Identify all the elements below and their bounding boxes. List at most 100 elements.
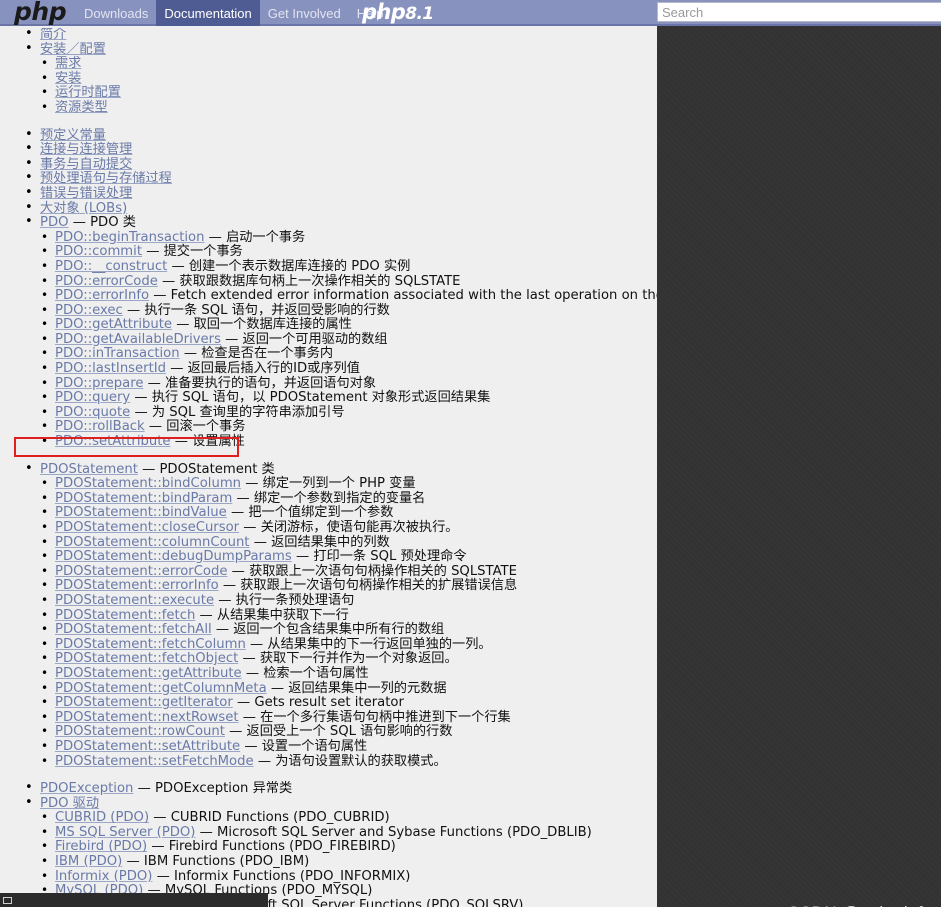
toc-dash: — <box>229 724 243 740</box>
toc-link[interactable]: PDOStatement::columnCount <box>55 535 249 550</box>
toc-link[interactable]: PDO 驱动 <box>40 796 99 811</box>
toc-link[interactable]: CUBRID (PDO) <box>55 810 149 825</box>
toc-link[interactable]: PDOStatement::bindParam <box>55 491 232 506</box>
toc-link[interactable]: Informix (PDO) <box>55 869 152 884</box>
toc-dash: — <box>147 375 161 391</box>
toc-item: PDOStatement::bindValue — 把一个值绑定到一个参数 <box>15 505 657 521</box>
toc-link[interactable]: 事务与自动提交 <box>40 157 132 172</box>
toc-description: 检索一个语句属性 <box>263 665 369 681</box>
toc-link[interactable]: PDOStatement::getAttribute <box>55 666 242 681</box>
toc-link[interactable]: PDO::errorInfo <box>55 288 149 303</box>
toc-link[interactable]: PDOStatement::nextRowset <box>55 710 239 725</box>
toc-item: PDOStatement::fetchObject — 获取下一行并作为一个对象… <box>15 651 657 667</box>
toc-item: PDOStatement::setFetchMode — 为语句设置默认的获取模… <box>15 754 657 770</box>
toc-dash: — <box>242 651 256 667</box>
toc-link[interactable]: 连接与连接管理 <box>40 142 132 157</box>
toc-dash: — <box>208 229 222 245</box>
toc-link[interactable]: PDO::beginTransaction <box>55 230 204 245</box>
toc-link[interactable]: PDOStatement::execute <box>55 593 214 608</box>
toc-link[interactable]: PDOStatement::getIterator <box>55 695 233 710</box>
site-header: php Downloads Documentation Get Involved He… <box>0 0 941 26</box>
toc-description: 设置属性 <box>192 434 245 450</box>
toc-link[interactable]: 需求 <box>55 56 81 71</box>
toc-link[interactable]: PDO::commit <box>55 244 142 260</box>
toc-link[interactable]: PDOStatement::rowCount <box>55 724 225 740</box>
toc-link[interactable]: PDOStatement::getColumnMeta <box>55 681 267 696</box>
toc-link[interactable]: PDOStatement::setFetchMode <box>55 754 254 769</box>
toc-link[interactable]: PDOStatement::fetch <box>55 608 195 623</box>
toc-link[interactable]: PDO::__construct <box>55 259 167 274</box>
toc-description: 获取跟上一次语句句柄操作相关的扩展错误信息 <box>240 578 518 594</box>
toc-description: CUBRID Functions (PDO_CUBRID) <box>170 810 390 826</box>
toc-link[interactable]: PDOStatement::setAttribute <box>55 739 240 754</box>
toc-link[interactable]: PDO::exec <box>55 303 123 318</box>
toc-link[interactable]: PDO <box>40 215 69 230</box>
toc-dash: — <box>171 258 185 274</box>
toc-dash: — <box>215 622 230 638</box>
toc-link[interactable]: PDO::lastInsertId <box>55 361 166 376</box>
toc-item: 预定义常量 <box>0 128 657 144</box>
toc-dash: — <box>72 215 86 231</box>
toc-link[interactable]: PDO::query <box>55 390 130 405</box>
toc-link[interactable]: PDO::errorCode <box>55 274 158 289</box>
toc-item: 简介 <box>0 28 657 43</box>
toc-link[interactable]: IBM (PDO) <box>55 854 122 869</box>
toc-link[interactable]: 简介 <box>40 28 66 42</box>
toc-item: 错误与错误处理 <box>0 186 657 202</box>
toc-link[interactable]: PDOStatement::bindValue <box>55 505 227 521</box>
toc-link[interactable]: 预定义常量 <box>40 128 106 143</box>
status-bar-icon <box>3 897 12 904</box>
toc-link[interactable]: 安装／配置 <box>40 42 106 57</box>
nav-item-downloads[interactable]: Downloads <box>76 0 156 26</box>
nav-item-get-involved[interactable]: Get Involved <box>260 0 349 26</box>
toc-item: PDOStatement::rowCount — 返回受上一个 SQL 语句影响… <box>15 724 657 740</box>
toc-link[interactable]: PDO::quote <box>55 405 130 420</box>
toc-item: PDOStatement::closeCursor — 关闭游标，使语句能再次被… <box>15 520 657 536</box>
toc-link[interactable]: PDOStatement::errorCode <box>55 564 227 579</box>
toc-dash: — <box>153 288 167 304</box>
toc-link[interactable]: PDO::getAttribute <box>55 317 172 332</box>
toc-link[interactable]: PDO::inTransaction <box>55 346 180 362</box>
toc-description: 关闭游标，使语句能再次被执行。 <box>260 520 459 535</box>
toc-link[interactable]: 错误与错误处理 <box>40 186 132 201</box>
toc-link[interactable]: PDOStatement::fetchObject <box>55 651 238 667</box>
toc-link[interactable]: 预处理语句与存储过程 <box>40 171 172 187</box>
toc-link[interactable]: PDOStatement::fetchColumn <box>55 637 246 652</box>
documentation-toc[interactable]: 简介安装／配置需求安装运行时配置资源类型预定义常量连接与连接管理事务与自动提交预… <box>0 28 657 907</box>
toc-description: Fetch extended error information associa… <box>170 288 657 304</box>
toc-link[interactable]: 资源类型 <box>55 100 108 115</box>
toc-link[interactable]: PDOStatement::debugDumpParams <box>55 549 292 564</box>
toc-link[interactable]: PDOStatement::errorInfo <box>55 578 219 594</box>
toc-item: PDO::setAttribute — 设置属性 <box>15 434 657 450</box>
toc-link[interactable]: PDOException <box>40 781 133 796</box>
toc-link[interactable]: PDOStatement::fetchAll <box>55 622 212 637</box>
toc-link[interactable]: PDOStatement::closeCursor <box>55 520 239 535</box>
toc-link[interactable]: MS SQL Server (PDO) <box>55 825 195 840</box>
toc-description: 返回一个可用驱动的数组 <box>242 331 388 347</box>
toc-link[interactable]: PDO::prepare <box>55 376 143 391</box>
toc-dash: — <box>162 273 176 289</box>
search-input[interactable] <box>657 2 941 22</box>
toc-link[interactable]: 安装 <box>55 71 81 86</box>
nav-item-documentation[interactable]: Documentation <box>156 0 260 26</box>
toc-description: 返回一个包含结果集中所有行的数组 <box>233 622 445 638</box>
toc-item: PDO — PDO 类 <box>0 215 657 231</box>
toc-link[interactable]: 运行时配置 <box>55 85 121 101</box>
toc-description: 准备要执行的语句，并返回语句对象 <box>165 375 377 391</box>
toc-link[interactable]: 大对象 (LOBs) <box>40 201 127 216</box>
toc-link[interactable]: PDO::setAttribute <box>55 434 171 449</box>
toc-description: PDOStatement 类 <box>159 461 275 477</box>
toc-link[interactable]: Firebird (PDO) <box>55 839 147 855</box>
toc-link[interactable]: PDO::getAvailableDrivers <box>55 332 221 347</box>
toc-link[interactable]: PDO::rollBack <box>55 419 145 435</box>
toc-link[interactable]: PDOStatement::bindColumn <box>55 476 241 491</box>
toc-description: 在一个多行集语句句柄中推进到下一个行集 <box>260 709 511 725</box>
php-logo[interactable]: php <box>14 0 67 26</box>
toc-description: 回滚一个事务 <box>166 419 246 435</box>
toc-dash: — <box>148 419 163 435</box>
toc-link[interactable]: PDOStatement <box>40 462 138 477</box>
toc-item: PDOException — PDOException 异常类 <box>0 781 657 797</box>
toc-dash: — <box>253 534 267 550</box>
toc-description: 获取下一行并作为一个对象返回。 <box>259 651 458 667</box>
toc-description: Firebird Functions (PDO_FIREBIRD) <box>168 839 396 855</box>
